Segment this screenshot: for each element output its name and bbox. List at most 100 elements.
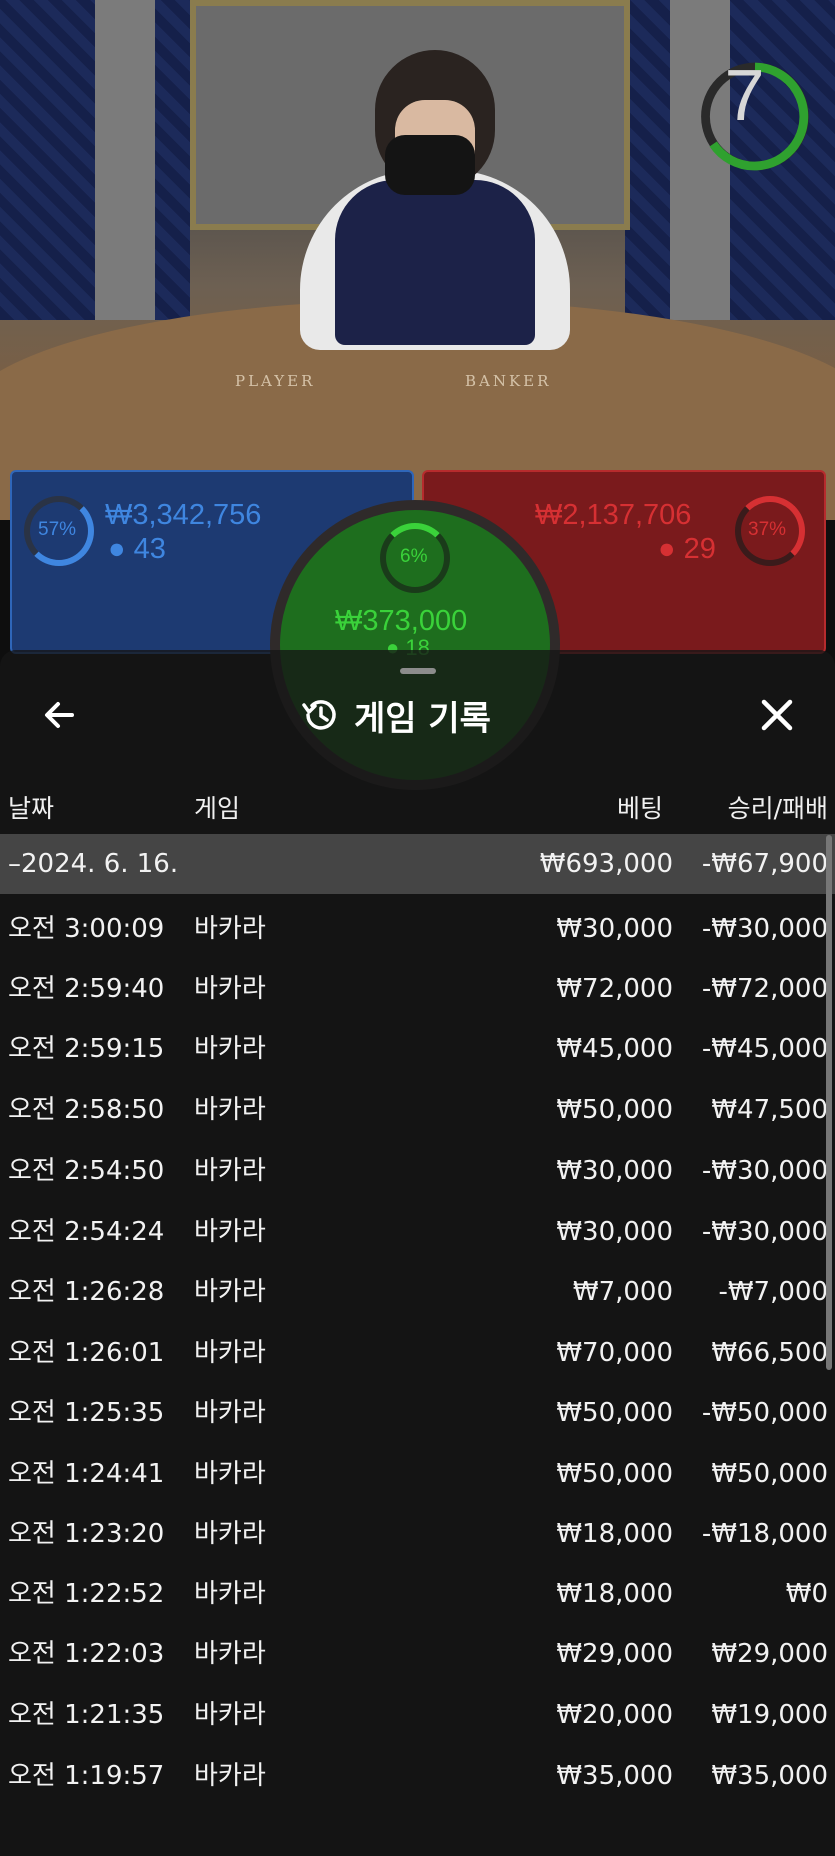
row-result: -₩45,000 xyxy=(701,1034,828,1064)
banker-count: 29 xyxy=(683,533,716,565)
banker-percent: 37% xyxy=(748,519,787,540)
history-row[interactable]: 오전 1:21:35 바카라 ₩20,000 ₩19,000 xyxy=(0,1685,835,1745)
history-row[interactable]: 오전 1:19:57 바카라 ₩35,000 ₩35,000 xyxy=(0,1746,835,1806)
table-label-player: PLAYER xyxy=(235,372,316,390)
history-row[interactable]: 오전 1:23:20 바카라 ₩18,000 -₩18,000 xyxy=(0,1504,835,1564)
date-summary-row[interactable]: –2024. 6. 16. ₩693,000 -₩67,900 xyxy=(0,834,835,894)
row-result: -₩72,000 xyxy=(701,974,828,1004)
sheet-title: 게임 기록 xyxy=(300,690,491,740)
history-row[interactable]: 오전 1:25:35 바카라 ₩50,000 -₩50,000 xyxy=(0,1383,835,1443)
summary-date: –2024. 6. 16. xyxy=(8,849,179,879)
history-row[interactable]: 오전 1:26:28 바카라 ₩7,000 -₩7,000 xyxy=(0,1262,835,1322)
row-game: 바카라 xyxy=(194,1519,266,1549)
user-icon: ● xyxy=(658,533,676,565)
tie-amount: ₩373,000 xyxy=(335,605,468,637)
row-result: ₩50,000 xyxy=(711,1459,828,1489)
row-time: 오전 1:23:20 xyxy=(8,1519,165,1549)
player-amount: ₩3,342,756 xyxy=(105,499,262,531)
row-bet: ₩18,000 xyxy=(556,1579,673,1609)
row-result: ₩19,000 xyxy=(711,1700,828,1730)
row-bet: ₩72,000 xyxy=(556,974,673,1004)
row-bet: ₩35,000 xyxy=(556,1761,673,1791)
row-game: 바카라 xyxy=(194,1034,266,1064)
arrow-left-icon xyxy=(45,702,74,728)
row-bet: ₩20,000 xyxy=(556,1700,673,1730)
row-time: 오전 1:26:28 xyxy=(8,1277,165,1307)
row-time: 오전 1:26:01 xyxy=(8,1338,165,1368)
history-row[interactable]: 오전 2:54:24 바카라 ₩30,000 -₩30,000 xyxy=(0,1202,835,1262)
row-game: 바카라 xyxy=(194,1338,266,1368)
history-scrollbar[interactable] xyxy=(826,835,832,1370)
history-row[interactable]: 오전 3:00:09 바카라 ₩30,000 -₩30,000 xyxy=(0,899,835,959)
row-time: 오전 3:00:09 xyxy=(8,914,165,944)
row-game: 바카라 xyxy=(194,1217,266,1247)
row-time: 오전 1:19:57 xyxy=(8,1761,165,1791)
dealer-vest xyxy=(335,180,535,345)
history-row[interactable]: 오전 2:58:50 바카라 ₩50,000 ₩47,500 xyxy=(0,1080,835,1140)
summary-bet: ₩693,000 xyxy=(539,849,673,879)
sheet-drag-handle[interactable] xyxy=(400,668,436,674)
row-result: ₩0 xyxy=(785,1579,828,1609)
banker-amount: ₩2,137,706 xyxy=(535,499,692,531)
row-time: 오전 1:22:52 xyxy=(8,1579,165,1609)
row-result: -₩30,000 xyxy=(701,1156,828,1186)
history-row[interactable]: 오전 2:54:50 바카라 ₩30,000 -₩30,000 xyxy=(0,1141,835,1201)
row-game: 바카라 xyxy=(194,1761,266,1791)
row-game: 바카라 xyxy=(194,1459,266,1489)
back-button[interactable] xyxy=(38,693,82,737)
row-result: ₩66,500 xyxy=(711,1338,828,1368)
player-count-row: ● 43 xyxy=(108,533,166,566)
row-time: 오전 2:58:50 xyxy=(8,1095,165,1125)
row-time: 오전 1:25:35 xyxy=(8,1398,165,1428)
history-icon xyxy=(302,700,336,730)
close-button[interactable] xyxy=(755,693,799,737)
row-bet: ₩30,000 xyxy=(556,914,673,944)
column-header-result[interactable]: 승리/패배 xyxy=(728,789,828,825)
history-row[interactable]: 오전 1:22:03 바카라 ₩29,000 ₩29,000 xyxy=(0,1624,835,1684)
row-time: 오전 1:24:41 xyxy=(8,1459,165,1489)
user-icon: ● xyxy=(108,533,126,565)
row-bet: ₩30,000 xyxy=(556,1217,673,1247)
pillar xyxy=(95,0,155,320)
banker-count-row: ● 29 xyxy=(658,533,716,566)
row-bet: ₩50,000 xyxy=(556,1398,673,1428)
row-bet: ₩29,000 xyxy=(556,1639,673,1669)
history-row[interactable]: 오전 2:59:15 바카라 ₩45,000 -₩45,000 xyxy=(0,1019,835,1079)
column-header-date[interactable]: 날짜 xyxy=(8,789,54,825)
history-row[interactable]: 오전 1:26:01 바카라 ₩70,000 ₩66,500 xyxy=(0,1323,835,1383)
tie-percent: 6% xyxy=(400,546,428,567)
row-bet: ₩7,000 xyxy=(572,1277,673,1307)
row-result: ₩47,500 xyxy=(711,1095,828,1125)
sheet-title-text: 게임 기록 xyxy=(354,698,491,739)
row-game: 바카라 xyxy=(194,914,266,944)
history-row[interactable]: 오전 1:22:52 바카라 ₩18,000 ₩0 xyxy=(0,1564,835,1624)
close-icon xyxy=(761,699,793,731)
row-time: 오전 1:21:35 xyxy=(8,1700,165,1730)
row-result: ₩35,000 xyxy=(711,1761,828,1791)
row-bet: ₩30,000 xyxy=(556,1156,673,1186)
row-result: -₩30,000 xyxy=(701,914,828,944)
dealer-mask xyxy=(385,135,475,195)
row-result: -₩30,000 xyxy=(701,1217,828,1247)
row-game: 바카라 xyxy=(194,1277,266,1307)
row-game: 바카라 xyxy=(194,1579,266,1609)
row-result: -₩50,000 xyxy=(701,1398,828,1428)
row-time: 오전 2:54:24 xyxy=(8,1217,165,1247)
row-game: 바카라 xyxy=(194,1398,266,1428)
row-result: ₩29,000 xyxy=(711,1639,828,1669)
countdown-number: 7 xyxy=(724,56,765,136)
column-header-bet[interactable]: 베팅 xyxy=(617,789,663,825)
row-game: 바카라 xyxy=(194,1639,266,1669)
history-row[interactable]: 오전 2:59:40 바카라 ₩72,000 -₩72,000 xyxy=(0,959,835,1019)
row-bet: ₩45,000 xyxy=(556,1034,673,1064)
row-game: 바카라 xyxy=(194,974,266,1004)
row-game: 바카라 xyxy=(194,1156,266,1186)
column-header-game[interactable]: 게임 xyxy=(194,789,240,825)
player-percent: 57% xyxy=(38,519,77,540)
row-result: -₩18,000 xyxy=(701,1519,828,1549)
row-time: 오전 2:59:40 xyxy=(8,974,165,1004)
row-result: -₩7,000 xyxy=(718,1277,828,1307)
row-time: 오전 2:59:15 xyxy=(8,1034,165,1064)
row-bet: ₩50,000 xyxy=(556,1459,673,1489)
history-row[interactable]: 오전 1:24:41 바카라 ₩50,000 ₩50,000 xyxy=(0,1444,835,1504)
